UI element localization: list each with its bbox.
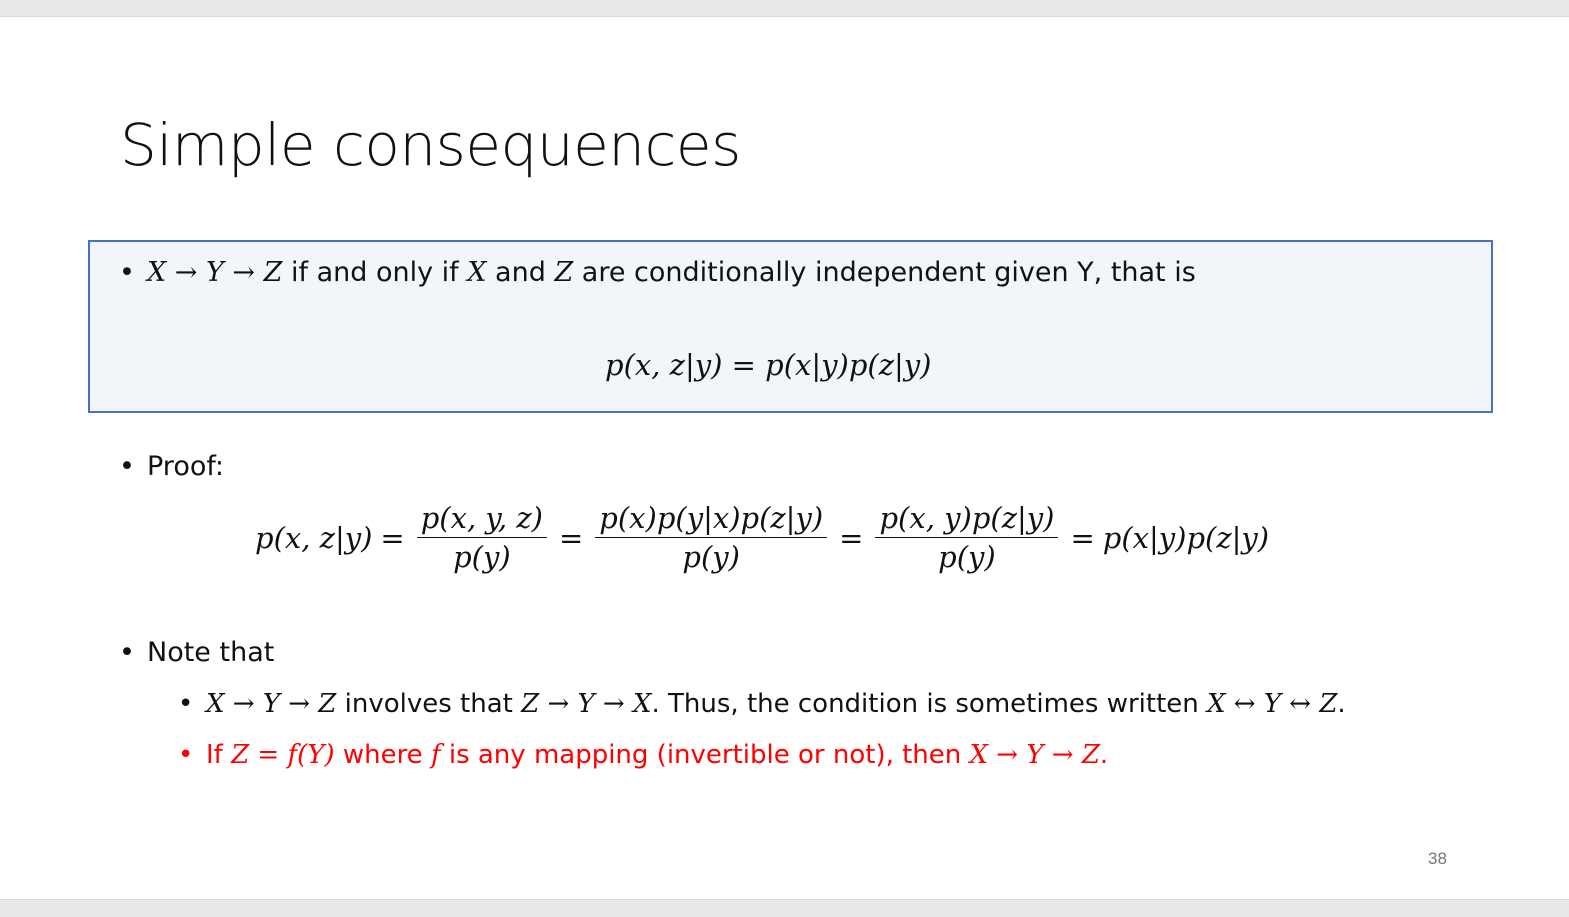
var-f: f <box>430 740 441 770</box>
equals-sign: = <box>380 520 405 555</box>
bullet-dot: • <box>178 740 194 770</box>
proof-rhs: p(x|y)p(z|y) <box>1102 520 1270 555</box>
note-text: is any mapping (invertible or not), then <box>440 740 970 770</box>
bullet-dot: • <box>119 637 135 668</box>
fraction-2-numerator: p(x)p(y|x)p(z|y) <box>595 501 828 538</box>
note-bullet: • Note that <box>119 637 274 668</box>
box-text-3: are conditionally independent given Y, t… <box>573 257 1196 288</box>
var-x: X <box>467 257 487 288</box>
fraction-2-denominator: p(y) <box>682 540 740 574</box>
bullet-dot: • <box>119 451 135 482</box>
box-text-1: if and only if <box>282 257 468 288</box>
fraction-2: p(x)p(y|x)p(z|y) p(y) <box>595 501 828 574</box>
proof-bullet: • Proof: <box>119 451 224 482</box>
conditional-independence-equation: p(x, z|y) = p(x|y)p(z|y) <box>605 348 932 382</box>
equals-sign: = <box>558 520 584 555</box>
box-bullet: • X → Y → Z if and only if X and Z are co… <box>119 257 1196 288</box>
note-sub-bullet-1: • X → Y → Z involves that Z → Y → X. Thus… <box>178 689 1346 719</box>
fraction-3-denominator: p(y) <box>938 540 996 574</box>
fraction-3: p(x, y)p(z|y) p(y) <box>875 501 1059 574</box>
note-text: involves that <box>336 689 522 719</box>
note-text: If <box>206 740 232 770</box>
fraction-1: p(x, y, z) p(y) <box>416 501 547 574</box>
note-text: . <box>1099 740 1109 770</box>
markov-chain-math: X → Y → Z <box>969 740 1100 770</box>
proof-lhs: p(x, z|y) <box>255 520 373 555</box>
proof-equation: p(x, z|y) = p(x, y, z) p(y) = p(x)p(y|x)… <box>255 501 1269 574</box>
bullet-dot: • <box>178 689 194 719</box>
equals-sign: = <box>839 520 864 555</box>
slide-title: Simple consequences <box>120 111 741 179</box>
note-text: . <box>1337 689 1346 719</box>
note-sub-bullet-2: • If Z = f(Y) where f is any mapping (inv… <box>178 740 1108 770</box>
note-text: . Thus, the condition is sometimes writt… <box>651 689 1208 719</box>
fraction-1-numerator: p(x, y, z) <box>416 501 547 538</box>
note-text: where <box>334 740 431 770</box>
markov-chain-math: X → Y → Z <box>206 689 337 719</box>
reverse-chain-math: Z → Y → X <box>521 689 652 719</box>
note-label: Note that <box>147 637 275 668</box>
mapping-equation-math: Z = f(Y) <box>231 740 335 770</box>
bullet-dot: • <box>119 257 135 288</box>
page-number: 38 <box>1428 849 1447 868</box>
bidirectional-chain-math: X ↔ Y ↔ Z <box>1207 689 1338 719</box>
equals-sign: = <box>1070 520 1095 555</box>
var-z: Z <box>554 257 574 288</box>
markov-chain-math: X → Y → Z <box>147 257 283 288</box>
fraction-1-denominator: p(y) <box>453 540 511 574</box>
box-text-2: and <box>486 257 555 288</box>
slide: Simple consequences • X → Y → Z if and on… <box>0 16 1569 900</box>
fraction-3-numerator: p(x, y)p(z|y) <box>875 501 1059 538</box>
proof-label: Proof: <box>147 451 224 482</box>
